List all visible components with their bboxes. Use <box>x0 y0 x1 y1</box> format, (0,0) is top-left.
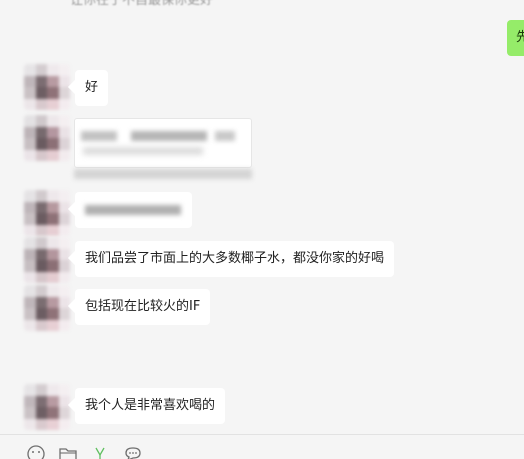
sender-avatar[interactable] <box>24 115 70 161</box>
chat-area: 让你在于不自最保你更好 先 好 我们品尝了市面上的大多数椰子水，都没你家的好喝 … <box>0 0 524 434</box>
screenshot-icon[interactable] <box>90 445 110 459</box>
folder-icon[interactable] <box>58 445 78 459</box>
sender-avatar[interactable] <box>24 384 70 430</box>
card-caption-blurred <box>74 169 252 179</box>
message-text: 我个人是非常喜欢喝的 <box>85 398 216 413</box>
outgoing-message-bubble[interactable]: 先 <box>507 20 524 56</box>
sender-avatar[interactable] <box>24 285 70 331</box>
blurred-text <box>85 205 181 215</box>
link-card[interactable] <box>74 118 252 168</box>
emoji-icon[interactable] <box>26 445 46 459</box>
sender-avatar[interactable] <box>24 190 70 236</box>
chat-history-icon[interactable] <box>123 445 143 459</box>
message-text: 我们品尝了市面上的大多数椰子水，都没你家的好喝 <box>85 251 385 266</box>
message-bubble[interactable]: 包括现在比较火的IF <box>75 289 211 325</box>
message-text: 好 <box>85 80 99 95</box>
sender-avatar[interactable] <box>24 64 70 110</box>
sender-avatar[interactable] <box>24 237 70 283</box>
message-bubble[interactable]: 我个人是非常喜欢喝的 <box>75 388 226 424</box>
message-bubble[interactable]: 我们品尝了市面上的大多数椰子水，都没你家的好喝 <box>75 241 395 277</box>
message-bubble[interactable]: 好 <box>75 70 109 106</box>
message-text: 包括现在比较火的IF <box>85 299 201 314</box>
message-bubble[interactable] <box>75 192 192 228</box>
input-toolbar <box>0 434 524 459</box>
truncated-message-text: 让你在于不自最保你更好 <box>70 0 214 8</box>
